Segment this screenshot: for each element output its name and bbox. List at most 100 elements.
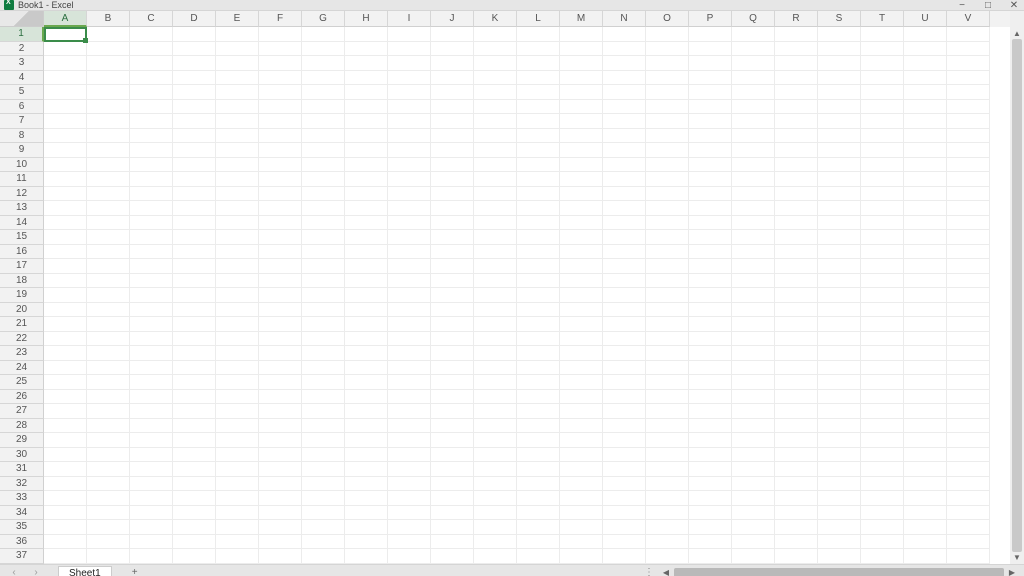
cell-R24[interactable] (775, 361, 818, 376)
cell-Q16[interactable] (732, 245, 775, 260)
cell-V19[interactable] (947, 288, 990, 303)
cell-F31[interactable] (259, 462, 302, 477)
cell-C6[interactable] (130, 100, 173, 115)
cell-C2[interactable] (130, 42, 173, 57)
cell-V21[interactable] (947, 317, 990, 332)
scroll-left-icon[interactable]: ◀ (660, 568, 672, 576)
cell-U30[interactable] (904, 448, 947, 463)
cell-M32[interactable] (560, 477, 603, 492)
row-header-20[interactable]: 20 (0, 303, 44, 318)
cell-R13[interactable] (775, 201, 818, 216)
cell-L27[interactable] (517, 404, 560, 419)
cell-M19[interactable] (560, 288, 603, 303)
row-header-1[interactable]: 1 (0, 27, 44, 42)
cell-J15[interactable] (431, 230, 474, 245)
cell-G16[interactable] (302, 245, 345, 260)
cell-N21[interactable] (603, 317, 646, 332)
cell-K30[interactable] (474, 448, 517, 463)
cell-I16[interactable] (388, 245, 431, 260)
cell-O10[interactable] (646, 158, 689, 173)
cell-J13[interactable] (431, 201, 474, 216)
cell-V32[interactable] (947, 477, 990, 492)
sheet-tab-sheet1[interactable]: Sheet1 (58, 566, 112, 576)
scroll-right-icon[interactable]: ▶ (1006, 568, 1018, 576)
cell-M17[interactable] (560, 259, 603, 274)
cell-M27[interactable] (560, 404, 603, 419)
cell-H19[interactable] (345, 288, 388, 303)
cell-R28[interactable] (775, 419, 818, 434)
cell-N22[interactable] (603, 332, 646, 347)
cell-D34[interactable] (173, 506, 216, 521)
cell-N15[interactable] (603, 230, 646, 245)
cell-O5[interactable] (646, 85, 689, 100)
cell-C37[interactable] (130, 549, 173, 564)
cell-B26[interactable] (87, 390, 130, 405)
cell-A10[interactable] (44, 158, 87, 173)
cell-B32[interactable] (87, 477, 130, 492)
row-header-37[interactable]: 37 (0, 549, 44, 564)
cell-O17[interactable] (646, 259, 689, 274)
cell-V16[interactable] (947, 245, 990, 260)
cell-V37[interactable] (947, 549, 990, 564)
row-header-35[interactable]: 35 (0, 520, 44, 535)
cell-S8[interactable] (818, 129, 861, 144)
cell-I24[interactable] (388, 361, 431, 376)
cell-O8[interactable] (646, 129, 689, 144)
cell-H33[interactable] (345, 491, 388, 506)
cell-H34[interactable] (345, 506, 388, 521)
cell-T18[interactable] (861, 274, 904, 289)
cell-L28[interactable] (517, 419, 560, 434)
cell-A7[interactable] (44, 114, 87, 129)
cell-P31[interactable] (689, 462, 732, 477)
column-header-I[interactable]: I (388, 11, 431, 27)
cell-R5[interactable] (775, 85, 818, 100)
cell-R16[interactable] (775, 245, 818, 260)
cell-M24[interactable] (560, 361, 603, 376)
column-header-B[interactable]: B (87, 11, 130, 27)
cell-C32[interactable] (130, 477, 173, 492)
cell-E33[interactable] (216, 491, 259, 506)
cell-P9[interactable] (689, 143, 732, 158)
cell-O20[interactable] (646, 303, 689, 318)
cell-R30[interactable] (775, 448, 818, 463)
cell-A19[interactable] (44, 288, 87, 303)
cell-P5[interactable] (689, 85, 732, 100)
cell-P3[interactable] (689, 56, 732, 71)
cell-M12[interactable] (560, 187, 603, 202)
cell-F32[interactable] (259, 477, 302, 492)
cell-O34[interactable] (646, 506, 689, 521)
cell-I7[interactable] (388, 114, 431, 129)
cell-E6[interactable] (216, 100, 259, 115)
cell-O18[interactable] (646, 274, 689, 289)
cell-B28[interactable] (87, 419, 130, 434)
cell-F29[interactable] (259, 433, 302, 448)
cell-G5[interactable] (302, 85, 345, 100)
cell-F3[interactable] (259, 56, 302, 71)
cell-P19[interactable] (689, 288, 732, 303)
cell-D17[interactable] (173, 259, 216, 274)
cell-J1[interactable] (431, 27, 474, 42)
cell-A14[interactable] (44, 216, 87, 231)
cell-N7[interactable] (603, 114, 646, 129)
cell-L14[interactable] (517, 216, 560, 231)
cell-S18[interactable] (818, 274, 861, 289)
cell-J32[interactable] (431, 477, 474, 492)
cell-U22[interactable] (904, 332, 947, 347)
row-header-33[interactable]: 33 (0, 491, 44, 506)
cell-O26[interactable] (646, 390, 689, 405)
row-header-7[interactable]: 7 (0, 114, 44, 129)
cell-E4[interactable] (216, 71, 259, 86)
v-scroll-track[interactable] (1010, 39, 1024, 552)
cell-K18[interactable] (474, 274, 517, 289)
cell-I21[interactable] (388, 317, 431, 332)
cell-Q3[interactable] (732, 56, 775, 71)
cell-B25[interactable] (87, 375, 130, 390)
cell-N29[interactable] (603, 433, 646, 448)
cell-V25[interactable] (947, 375, 990, 390)
cell-G35[interactable] (302, 520, 345, 535)
cell-P11[interactable] (689, 172, 732, 187)
column-header-O[interactable]: O (646, 11, 689, 27)
cell-O16[interactable] (646, 245, 689, 260)
column-header-A[interactable]: A (44, 11, 87, 27)
row-header-5[interactable]: 5 (0, 85, 44, 100)
